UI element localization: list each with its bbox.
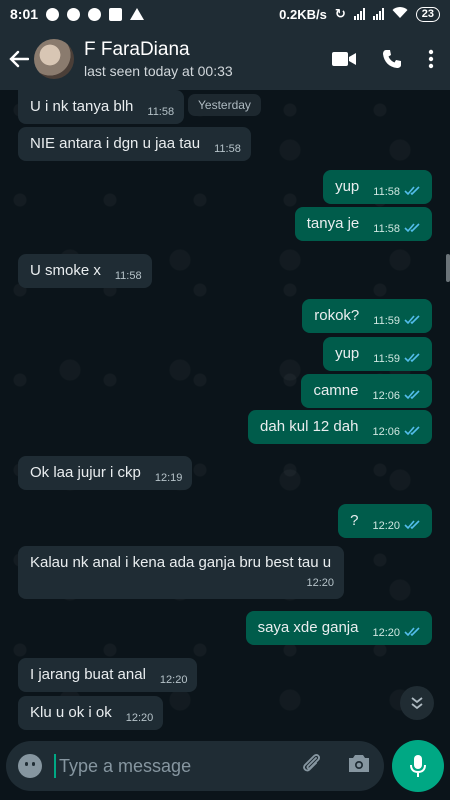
date-chip: Yesterday bbox=[188, 94, 261, 116]
message-bubble-incoming[interactable]: Kalau nk anal i kena ada ganja bru best … bbox=[18, 546, 344, 599]
message-input[interactable] bbox=[54, 754, 294, 778]
message-bubble-incoming[interactable]: I jarang buat anal 12:20 bbox=[18, 658, 198, 692]
attach-icon[interactable] bbox=[302, 753, 322, 780]
message-bubble-outgoing[interactable]: ? 12:20 bbox=[338, 504, 432, 538]
contact-avatar[interactable] bbox=[34, 39, 74, 79]
wifi-icon bbox=[392, 6, 408, 22]
whatsapp-notification-icon bbox=[46, 7, 60, 21]
message-text: dah kul 12 dah bbox=[260, 418, 359, 435]
message-bubble-outgoing[interactable]: yup 11:59 bbox=[323, 337, 432, 371]
camera-icon[interactable] bbox=[348, 754, 370, 778]
read-receipt-icon bbox=[404, 516, 422, 535]
message-text: NIE antara i dgn u jaa tau bbox=[30, 135, 201, 152]
message-time: 11:58 bbox=[373, 186, 400, 198]
message-bubble-outgoing[interactable]: tanya je 11:58 bbox=[294, 207, 432, 241]
message-bubble-outgoing[interactable]: camne 12:06 bbox=[301, 374, 432, 408]
message-bubble-outgoing[interactable]: rokok? 11:59 bbox=[302, 299, 432, 333]
scrollbar[interactable] bbox=[446, 254, 450, 282]
message-text: camne bbox=[313, 382, 359, 399]
scroll-down-icon[interactable] bbox=[400, 686, 434, 720]
message-bubble-outgoing[interactable]: dah kul 12 dah 12:06 bbox=[248, 410, 432, 444]
more-options-icon[interactable] bbox=[428, 49, 434, 69]
last-seen-status: last seen today at 00:33 bbox=[84, 63, 233, 79]
message-time: 11:59 bbox=[373, 353, 400, 365]
chat-header: F FaraDiana last seen today at 00:33 bbox=[0, 28, 450, 90]
back-arrow-icon[interactable] bbox=[6, 44, 32, 74]
message-text: yup bbox=[335, 178, 360, 195]
read-receipt-icon bbox=[404, 311, 422, 330]
message-time: 11:58 bbox=[114, 270, 142, 282]
read-receipt-icon bbox=[404, 623, 422, 642]
read-receipt-icon bbox=[404, 219, 422, 238]
message-time: 12:06 bbox=[372, 426, 400, 438]
status-time: 8:01 bbox=[10, 6, 39, 22]
message-time: 12:06 bbox=[372, 390, 400, 402]
network-speed: 0.2KB/s bbox=[279, 6, 327, 22]
message-text: Ok laa jujur i ckp bbox=[30, 464, 141, 481]
telegram-notification-icon bbox=[67, 7, 81, 21]
read-receipt-icon bbox=[404, 422, 422, 441]
message-text: saya xde ganja bbox=[257, 619, 359, 636]
message-time: 11:59 bbox=[373, 315, 400, 327]
message-bubble-outgoing[interactable]: saya xde ganja 12:20 bbox=[245, 611, 432, 645]
message-bubble-incoming[interactable]: Ok laa jujur i ckp 12:19 bbox=[18, 456, 193, 490]
message-text: U smoke x bbox=[30, 262, 101, 279]
battery-indicator: 23 bbox=[415, 6, 440, 22]
message-list[interactable]: U i nk tanya blh 11:58 Yesterday NIE anta… bbox=[0, 90, 450, 732]
message-time: 11:58 bbox=[373, 223, 400, 235]
phone-icon[interactable] bbox=[382, 49, 402, 69]
read-receipt-icon bbox=[404, 386, 422, 405]
mic-icon[interactable] bbox=[392, 740, 444, 792]
status-bar: 8:01 0.2KB/s ↻ 23 bbox=[0, 0, 450, 28]
cloud-icon bbox=[88, 7, 102, 21]
message-bubble-outgoing[interactable]: yup 11:58 bbox=[323, 170, 432, 204]
read-receipt-icon bbox=[404, 182, 422, 201]
message-composer bbox=[6, 741, 384, 791]
message-text: I jarang buat anal bbox=[30, 666, 146, 683]
message-time: 12:20 bbox=[159, 674, 188, 686]
image-notification-icon bbox=[109, 7, 123, 21]
message-time: 12:20 bbox=[306, 577, 334, 589]
message-bubble-incoming[interactable]: U smoke x 11:58 bbox=[18, 254, 152, 288]
data-sync-icon: ↻ bbox=[334, 6, 346, 21]
message-text: Klu u ok i ok bbox=[30, 704, 112, 721]
emoji-icon[interactable] bbox=[18, 754, 42, 778]
message-time: 12:20 bbox=[125, 712, 154, 724]
message-bubble-incoming[interactable]: NIE antara i dgn u jaa tau 11:58 bbox=[18, 127, 251, 161]
message-time: 11:58 bbox=[214, 143, 241, 155]
message-text: Kalau nk anal i kena ada ganja bru best … bbox=[30, 554, 332, 571]
signal-icon-2 bbox=[372, 8, 384, 20]
warning-icon bbox=[130, 8, 145, 20]
message-text: U i nk tanya blh bbox=[30, 98, 134, 115]
message-text: rokok? bbox=[314, 307, 360, 324]
read-receipt-icon bbox=[404, 349, 422, 368]
message-time: 12:19 bbox=[154, 472, 183, 484]
message-time: 12:20 bbox=[372, 520, 400, 532]
composer bbox=[0, 732, 450, 800]
signal-icon bbox=[353, 8, 365, 20]
message-text: yup bbox=[335, 345, 360, 362]
message-text: ? bbox=[350, 512, 359, 529]
contact-name: F FaraDiana bbox=[84, 39, 190, 60]
contact-info[interactable]: F FaraDiana last seen today at 00:33 bbox=[84, 39, 233, 79]
message-text: tanya je bbox=[306, 215, 360, 232]
message-time: 11:58 bbox=[147, 106, 175, 118]
message-bubble-incoming[interactable]: Klu u ok i ok 12:20 bbox=[18, 696, 164, 730]
message-bubble-incoming[interactable]: U i nk tanya blh 11:58 bbox=[18, 90, 185, 124]
message-time: 12:20 bbox=[372, 627, 400, 639]
video-call-icon[interactable] bbox=[332, 51, 356, 67]
